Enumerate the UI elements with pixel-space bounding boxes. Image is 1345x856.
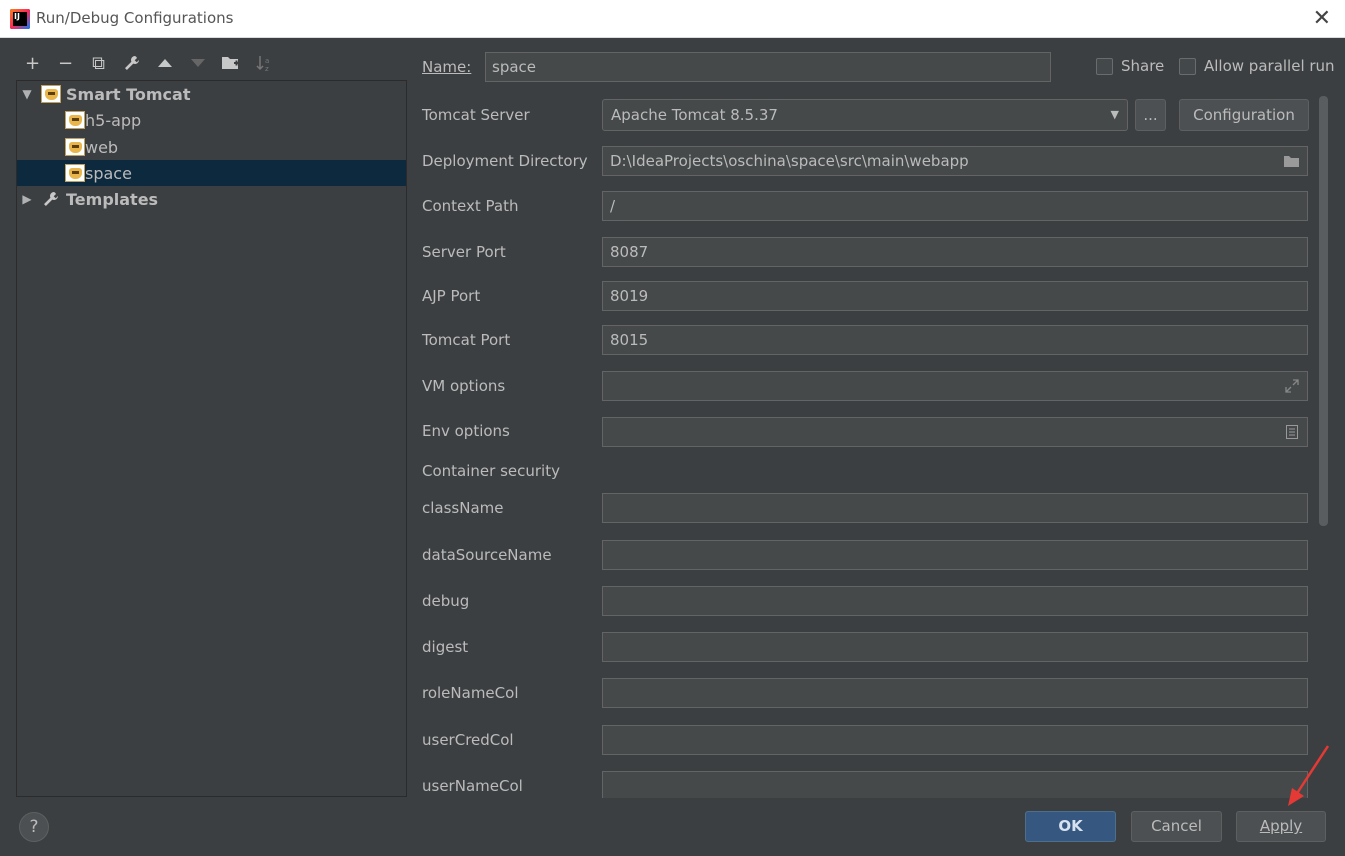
allow-parallel-run-label: Allow parallel run [1204, 57, 1335, 75]
tomcat-icon [65, 138, 85, 156]
tree-item-space[interactable]: space [17, 160, 406, 186]
intellij-app-icon: IJ [10, 9, 30, 29]
move-up-icon[interactable] [148, 48, 181, 78]
remove-icon[interactable]: − [49, 48, 82, 78]
tree-item-templates[interactable]: ▶ Templates [17, 186, 406, 212]
tomcat-icon [65, 164, 85, 182]
wrench-icon [41, 190, 61, 208]
tree-item-label: h5-app [85, 110, 142, 130]
apply-button[interactable]: Apply [1236, 811, 1326, 842]
move-down-icon[interactable] [181, 48, 214, 78]
share-label: Share [1121, 57, 1165, 75]
annotation-arrow [1288, 745, 1330, 806]
tomcat-icon [41, 85, 61, 103]
svg-text:a: a [265, 57, 269, 65]
close-icon[interactable]: ✕ [1313, 6, 1331, 31]
datasourcename-input[interactable] [602, 540, 1308, 570]
tree-item-smart-tomcat[interactable]: ▼ Smart Tomcat [17, 81, 406, 107]
tree-item-label: Templates [66, 189, 159, 209]
sort-icon[interactable]: az [247, 48, 280, 78]
context-path-label: Context Path [422, 197, 519, 215]
collapse-arrow-icon[interactable]: ▶ [21, 192, 33, 206]
container-security-heading: Container security [422, 462, 560, 480]
folder-icon[interactable] [1281, 149, 1303, 173]
form-scrollbar[interactable] [1319, 96, 1328, 526]
digest-input[interactable] [602, 632, 1308, 662]
tree-item-label: web [85, 137, 119, 157]
vm-options-input[interactable] [602, 371, 1308, 401]
ajp-port-label: AJP Port [422, 287, 481, 305]
add-icon[interactable]: + [16, 48, 49, 78]
ok-button[interactable]: OK [1025, 811, 1116, 842]
wrench-icon[interactable] [115, 48, 148, 78]
usercredcol-input[interactable] [602, 725, 1308, 755]
expand-arrow-icon[interactable]: ▼ [21, 87, 33, 101]
tomcat-port-input[interactable]: 8015 [602, 325, 1308, 355]
svg-text:z: z [265, 65, 269, 72]
classname-label: className [422, 499, 504, 517]
usernamecol-input[interactable] [602, 771, 1308, 798]
tomcat-server-select[interactable]: Apache Tomcat 8.5.37 ▼ [602, 99, 1128, 131]
tree-item-web[interactable]: web [17, 134, 406, 160]
tomcat-port-label: Tomcat Port [422, 331, 511, 349]
configuration-form: Name: space Share Allow parallel run Tom… [407, 38, 1345, 798]
browse-tomcat-button[interactable]: ... [1135, 99, 1166, 131]
configuration-tree: ▼ Smart Tomcat h5-app web space ▶ Templa… [16, 80, 407, 797]
rolenamecol-label: roleNameCol [422, 684, 519, 702]
configuration-button[interactable]: Configuration [1179, 99, 1309, 131]
config-toolbar: + − ⧉ az [16, 48, 280, 78]
allow-parallel-run-checkbox[interactable] [1179, 58, 1196, 75]
usernamecol-label: userNameCol [422, 777, 523, 795]
new-folder-icon[interactable] [214, 48, 247, 78]
env-options-input[interactable] [602, 417, 1308, 447]
usercredcol-label: userCredCol [422, 731, 514, 749]
context-path-input[interactable]: / [602, 191, 1308, 221]
deployment-directory-input[interactable]: D:\IdeaProjects\oschina\space\src\main\w… [602, 146, 1308, 176]
server-port-label: Server Port [422, 243, 506, 261]
tree-item-label: space [85, 163, 132, 183]
cancel-button[interactable]: Cancel [1131, 811, 1222, 842]
tomcat-icon [65, 111, 85, 129]
title-bar: IJ Run/Debug Configurations ✕ [0, 0, 1345, 38]
digest-label: digest [422, 638, 469, 656]
document-icon[interactable] [1281, 420, 1303, 444]
server-port-input[interactable]: 8087 [602, 237, 1308, 267]
help-button[interactable]: ? [19, 812, 49, 842]
share-checkbox[interactable] [1096, 58, 1113, 75]
vm-options-label: VM options [422, 377, 506, 395]
env-options-label: Env options [422, 422, 510, 440]
datasourcename-label: dataSourceName [422, 546, 552, 564]
tree-item-label: Smart Tomcat [66, 84, 191, 104]
rolenamecol-input[interactable] [602, 678, 1308, 708]
debug-label: debug [422, 592, 470, 610]
tomcat-server-label: Tomcat Server [422, 106, 530, 124]
classname-input[interactable] [602, 493, 1308, 523]
deployment-directory-label: Deployment Directory [422, 152, 588, 170]
expand-icon[interactable] [1281, 374, 1303, 398]
chevron-down-icon: ▼ [1110, 108, 1119, 121]
window-title: Run/Debug Configurations [36, 9, 234, 27]
debug-input[interactable] [602, 586, 1308, 616]
ajp-port-input[interactable]: 8019 [602, 281, 1308, 311]
name-input[interactable]: space [485, 52, 1051, 82]
name-label: Name: [422, 58, 472, 76]
copy-icon[interactable]: ⧉ [82, 48, 115, 78]
tree-item-h5-app[interactable]: h5-app [17, 107, 406, 133]
